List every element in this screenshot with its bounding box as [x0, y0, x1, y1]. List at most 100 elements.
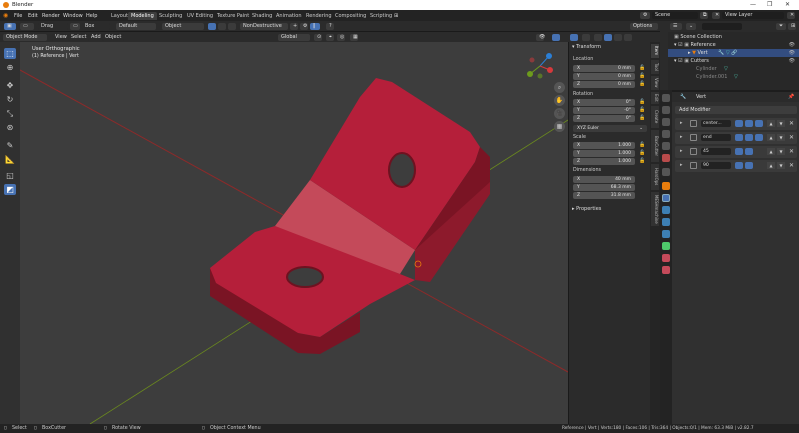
viewport-toggle-icon[interactable] — [735, 148, 743, 155]
view-layer-properties-icon[interactable] — [662, 130, 670, 138]
lock-icon[interactable]: 🔓 — [639, 115, 645, 121]
pin-icon[interactable]: 📌 — [788, 94, 794, 100]
tab-uv-editing[interactable]: UV Editing — [184, 12, 216, 20]
transform-panel-header[interactable]: ▾ Transform — [572, 44, 601, 50]
viewport-toggle-icon[interactable] — [735, 162, 743, 169]
remove-modifier-icon[interactable]: ✕ — [789, 120, 794, 127]
rotation-x-field[interactable]: X 0° — [573, 99, 635, 106]
menu-select[interactable]: Select — [68, 33, 90, 41]
lock-icon[interactable]: 🔓 — [639, 81, 645, 87]
expand-icon[interactable]: ▸ — [680, 148, 683, 154]
move-up-icon[interactable]: ▲ — [767, 120, 775, 127]
material-properties-icon[interactable] — [662, 254, 670, 262]
modifier-name-field[interactable]: 45 — [701, 148, 731, 155]
lock-icon[interactable]: 🔓 — [639, 142, 645, 148]
expand-icon[interactable]: ▸ — [680, 120, 683, 126]
eye-icon[interactable]: 👁 — [789, 57, 795, 65]
close-icon[interactable]: ✕ — [785, 1, 790, 8]
scene-selector[interactable]: Scene — [652, 12, 698, 19]
object-mode-dropdown[interactable]: Object Mode — [3, 33, 47, 41]
view-layer-close-icon[interactable]: ✕ — [787, 12, 795, 19]
lock-icon[interactable]: 🔓 — [639, 158, 645, 164]
dimensions-y-field[interactable]: Y 68.3 mm — [573, 184, 635, 191]
add-cube-tool-icon[interactable]: ◱ — [4, 170, 16, 181]
cursor-tool-icon[interactable]: ⊕ — [4, 62, 16, 73]
tab-rendering[interactable]: Rendering — [303, 12, 335, 20]
outliner-item-reference[interactable]: ▾ ☑ ▣ Reference 👁 — [668, 41, 799, 49]
move-up-icon[interactable]: ▲ — [767, 162, 775, 169]
move-up-icon[interactable]: ▲ — [767, 148, 775, 155]
move-down-icon[interactable]: ▼ — [777, 120, 785, 127]
pause-icon[interactable]: ‖ — [310, 23, 320, 30]
scene-copy-icon[interactable]: ⧉ — [700, 12, 708, 19]
outliner-item-vert[interactable]: ▸ ▼ Vert 🔧 ▽ 🔗 👁 — [668, 49, 799, 57]
lock-icon[interactable]: 🔓 — [639, 99, 645, 105]
transform-tool-icon[interactable]: ⊛ — [4, 122, 16, 133]
boxcutter-tool-icon[interactable]: ◩ — [4, 184, 16, 195]
remove-modifier-icon[interactable]: ✕ — [789, 148, 794, 155]
filter-icon[interactable]: ⏷ — [776, 23, 786, 30]
snap-increment-icon[interactable]: ▦ — [350, 33, 358, 41]
select-box-tool-icon[interactable]: ⬚ — [4, 48, 16, 59]
render-toggle-icon[interactable] — [755, 120, 763, 127]
pan-icon[interactable]: ✋ — [554, 95, 565, 106]
measure-tool-icon[interactable]: 📐 — [4, 154, 16, 165]
properties-panel-header[interactable]: ▸ Properties — [572, 206, 601, 212]
move-down-icon[interactable]: ▼ — [777, 148, 785, 155]
editmode-toggle-icon[interactable] — [735, 120, 743, 127]
outliner-item-cylinder[interactable]: Cylinder ▽ — [668, 65, 799, 73]
blender-menu-icon[interactable]: ◉ — [3, 12, 8, 19]
outliner-search-input[interactable] — [702, 23, 742, 30]
dimensions-z-field[interactable]: Z 31.8 mm — [573, 192, 635, 199]
help-icon[interactable]: ? — [326, 23, 334, 30]
add-workspace-icon[interactable]: ⊞ — [394, 13, 398, 19]
gizmo-toggle-icon[interactable] — [552, 33, 560, 41]
dimensions-x-field[interactable]: X 40 mm — [573, 176, 635, 183]
menu-help[interactable]: Help — [86, 13, 97, 19]
rotation-z-field[interactable]: Z 0° — [573, 115, 635, 122]
scene-icon[interactable]: ⚙ — [640, 12, 650, 19]
tab-compositing[interactable]: Compositing — [332, 12, 369, 20]
3d-viewport[interactable]: User Orthographic (1) Reference | Vert — [20, 42, 568, 424]
tab-hardops[interactable]: HardOps — [651, 164, 659, 190]
tab-meshmachine[interactable]: MESHmachine — [651, 192, 659, 226]
box-shape-icon[interactable]: ▭ — [70, 23, 80, 30]
outliner-item-cylinder-001[interactable]: Cylinder.001 ▽ — [668, 73, 799, 81]
scale-tool-icon[interactable]: ⤡ — [4, 108, 16, 119]
material-shading-icon[interactable] — [614, 33, 622, 41]
xray-icon[interactable] — [582, 33, 590, 41]
move-up-icon[interactable]: ▲ — [767, 134, 775, 141]
eye-icon[interactable]: 👁 — [789, 41, 795, 49]
tab-scripting[interactable]: Scripting — [367, 12, 395, 20]
collection-properties-icon[interactable] — [662, 168, 670, 176]
modifier-properties-icon[interactable] — [662, 194, 670, 202]
tab-edit[interactable]: Edit — [651, 92, 659, 104]
lock-icon[interactable]: 🔓 — [639, 65, 645, 71]
tab-view[interactable]: View — [651, 76, 659, 90]
lock-icon[interactable]: 🔓 — [639, 107, 645, 113]
scene-close-icon[interactable]: ✕ — [712, 12, 720, 19]
settings-icon[interactable]: ⚙ — [300, 23, 308, 30]
tab-sculpting[interactable]: Sculpting — [156, 12, 185, 20]
rotation-y-field[interactable]: Y -0° — [573, 107, 635, 114]
snap-icon[interactable]: ⌖ — [326, 33, 334, 41]
camera-icon[interactable]: 🎥 — [554, 108, 565, 119]
data-properties-icon[interactable] — [662, 242, 670, 250]
outliner-item-scene-collection[interactable]: ▣ Scene Collection — [668, 33, 799, 41]
outliner-display-icon[interactable]: ⌄ — [686, 23, 696, 30]
tab-create[interactable]: Create — [651, 106, 659, 128]
constraints-properties-icon[interactable] — [662, 230, 670, 238]
toggle-a-icon[interactable] — [208, 23, 216, 30]
minimize-icon[interactable]: — — [750, 1, 756, 8]
toggle-b-icon[interactable] — [218, 23, 226, 30]
rendered-shading-icon[interactable] — [624, 33, 632, 41]
tab-item[interactable]: Item — [651, 44, 659, 58]
viewport-toggle-icon[interactable] — [745, 120, 753, 127]
location-y-field[interactable]: Y0 mm — [573, 73, 635, 80]
particles-properties-icon[interactable] — [662, 206, 670, 214]
brush-dropdown[interactable]: Default — [116, 23, 156, 30]
toggle-c-icon[interactable] — [228, 23, 236, 30]
transform-orientation-dropdown[interactable]: Global — [278, 33, 310, 41]
scale-z-field[interactable]: Z 1.000 — [573, 158, 635, 165]
tab-boxcutter[interactable]: BoxCutter — [651, 130, 659, 162]
